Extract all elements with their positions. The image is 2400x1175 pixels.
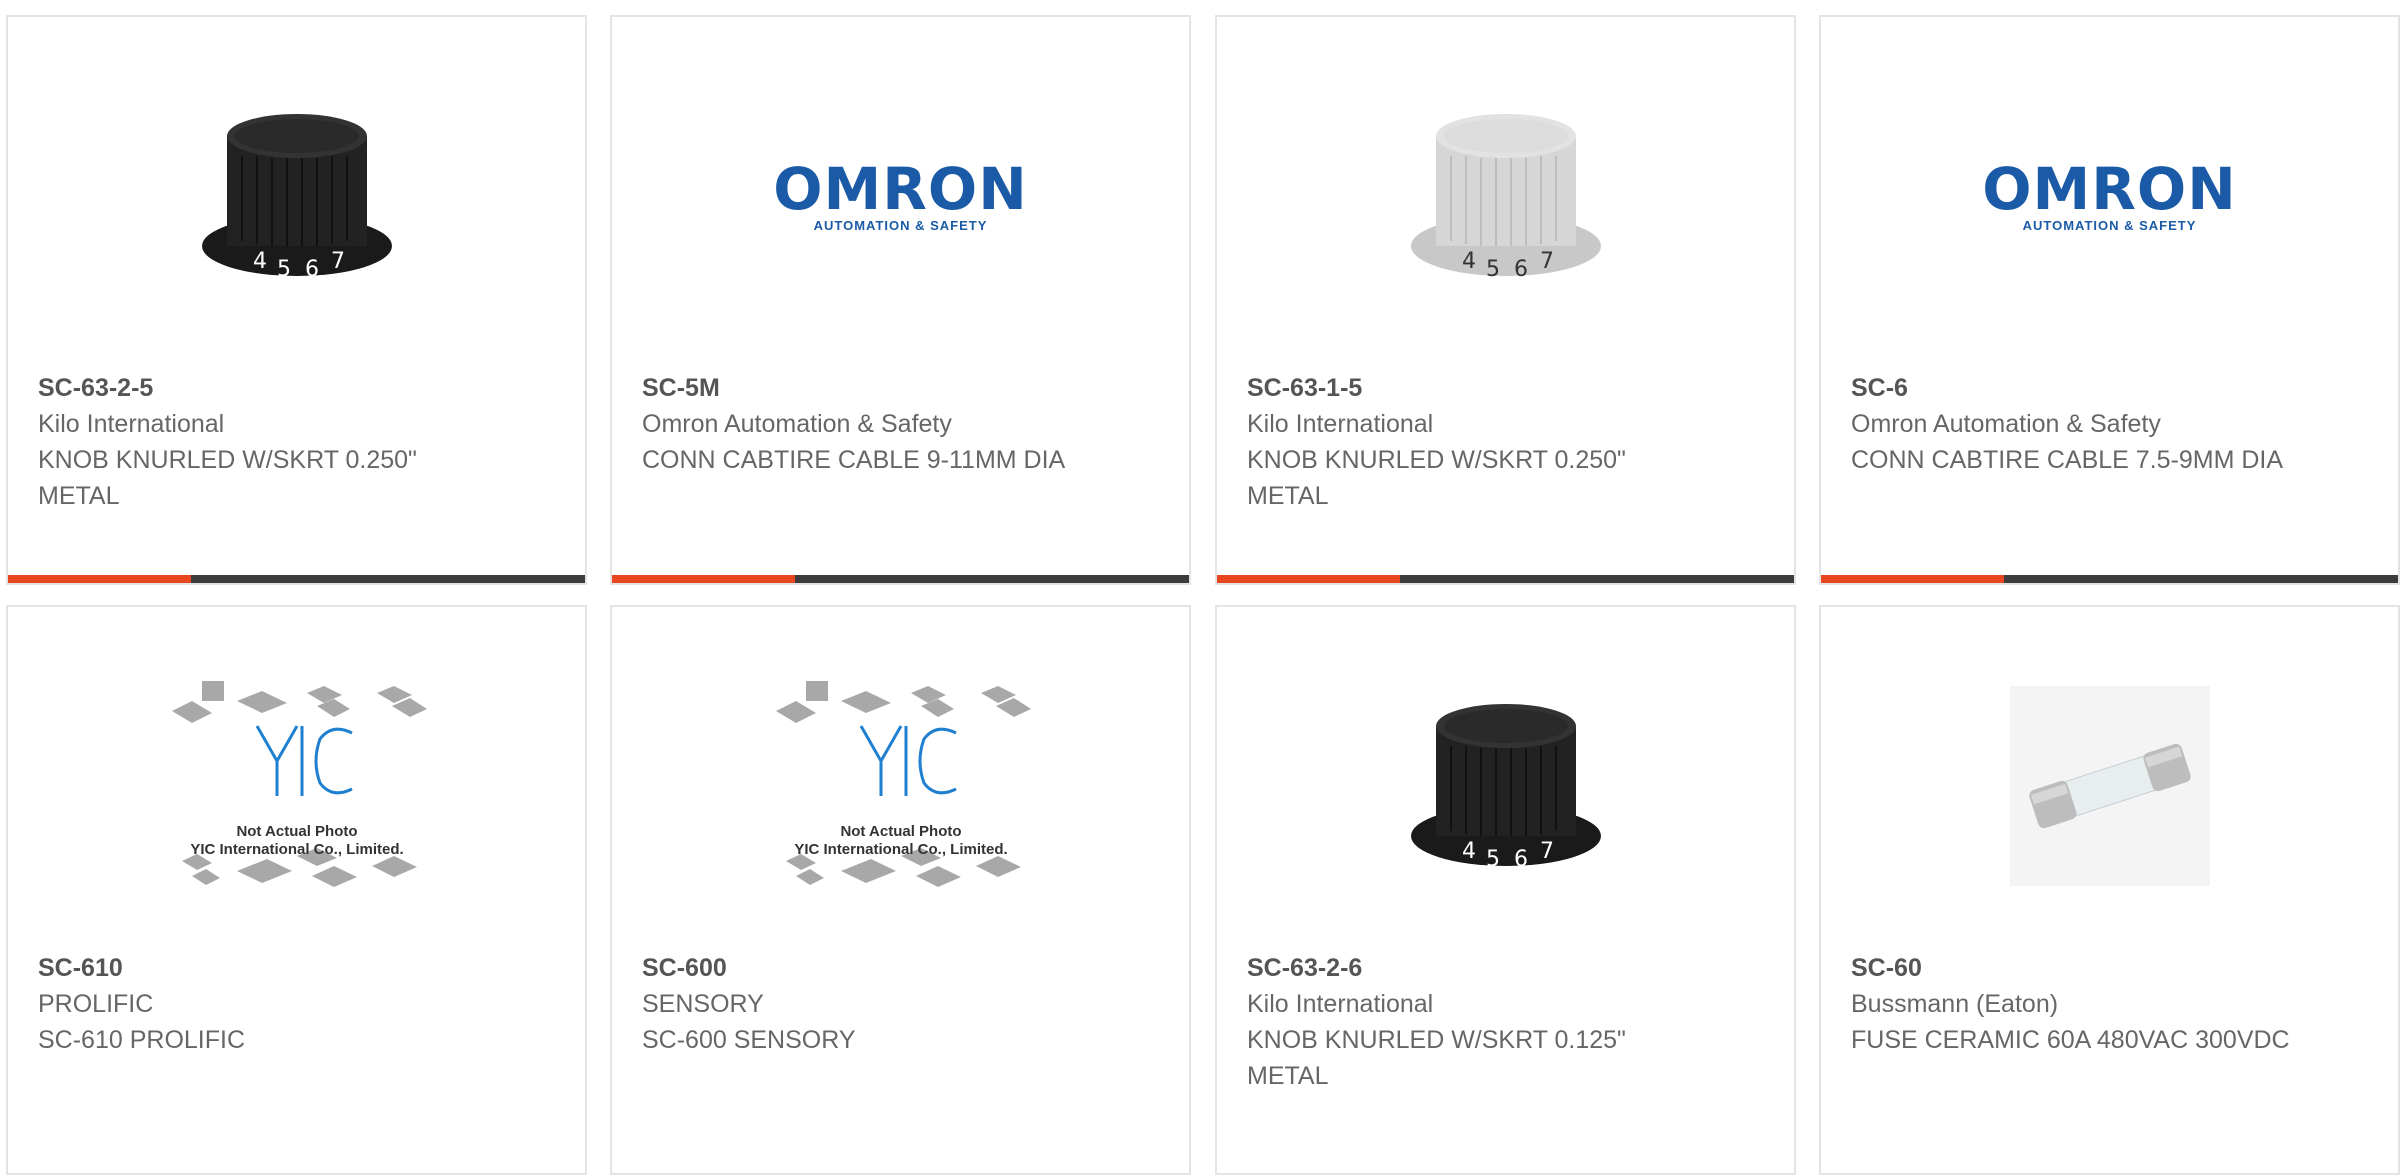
product-card[interactable]: Not Actual Photo YIC International Co., … xyxy=(610,605,1191,1175)
description: CONN CABTIRE CABLE 9-11MM DIA xyxy=(642,446,1066,474)
product-image[interactable]: OMRON AUTOMATION & SAFETY xyxy=(612,81,1189,311)
card-accent-bar xyxy=(612,575,1189,583)
part-number[interactable]: SC-63-2-6 xyxy=(1247,950,1774,986)
manufacturer: SENSORY xyxy=(642,990,764,1018)
description: CONN CABTIRE CABLE 7.5-9MM DIA xyxy=(1851,446,2284,474)
knob-digit: 6 xyxy=(1514,257,1528,282)
yic-caption-line1: Not Actual Photo xyxy=(840,823,961,840)
product-card[interactable]: 4 5 6 7 SC-63-1-5 Kilo International KNO… xyxy=(1215,15,1796,585)
part-number[interactable]: SC-610 xyxy=(38,950,565,986)
product-card[interactable]: Not Actual Photo YIC International Co., … xyxy=(6,605,587,1175)
manufacturer: Omron Automation & Safety xyxy=(1851,410,2161,438)
product-image[interactable]: Not Actual Photo YIC International Co., … xyxy=(612,671,1189,901)
part-number[interactable]: SC-63-2-5 xyxy=(38,370,565,406)
manufacturer: Kilo International xyxy=(38,410,225,438)
yic-caption-line1: Not Actual Photo xyxy=(236,823,357,840)
knob-digit: 6 xyxy=(305,257,319,282)
knob-digit: 5 xyxy=(277,257,291,282)
card-accent-bar xyxy=(1821,575,2398,583)
omron-logo: OMRON AUTOMATION & SAFETY xyxy=(773,154,1028,233)
description: KNOB KNURLED W/SKRT 0.250" METAL xyxy=(1247,446,1626,510)
description: KNOB KNURLED W/SKRT 0.250" METAL xyxy=(38,446,417,510)
part-number[interactable]: SC-600 xyxy=(642,950,1169,986)
yic-placeholder-image: Not Actual Photo YIC International Co., … xyxy=(775,681,1031,887)
manufacturer: Kilo International xyxy=(1247,990,1434,1018)
description: SC-610 PROLIFIC xyxy=(38,1026,246,1054)
description: KNOB KNURLED W/SKRT 0.125" METAL xyxy=(1247,1026,1626,1090)
product-image[interactable]: 4 5 6 7 xyxy=(8,81,585,311)
knob-digit: 4 xyxy=(1462,839,1476,864)
part-number[interactable]: SC-6 xyxy=(1851,370,2378,406)
manufacturer: Omron Automation & Safety xyxy=(642,410,952,438)
yic-caption-line2: YIC International Co., Limited. xyxy=(190,841,403,858)
product-card[interactable]: OMRON AUTOMATION & SAFETY SC-5M Omron Au… xyxy=(610,15,1191,585)
fuse-image xyxy=(2009,686,2210,886)
product-card[interactable]: OMRON AUTOMATION & SAFETY SC-6 Omron Aut… xyxy=(1819,15,2400,585)
card-accent-bar xyxy=(8,575,585,583)
silver-knob-image: 4 5 6 7 xyxy=(1410,114,1601,282)
product-image[interactable]: Not Actual Photo YIC International Co., … xyxy=(8,671,585,901)
knob-digit: 7 xyxy=(331,249,345,274)
knob-digit: 4 xyxy=(1462,249,1476,274)
product-card[interactable]: 4 5 6 7 SC-63-2-6 Kilo International KNO… xyxy=(1215,605,1796,1175)
knob-digit: 6 xyxy=(1514,847,1528,872)
knob-digit: 4 xyxy=(253,249,267,274)
part-number[interactable]: SC-63-1-5 xyxy=(1247,370,1774,406)
knob-digit: 5 xyxy=(1486,847,1500,872)
description: SC-600 SENSORY xyxy=(642,1026,856,1054)
part-number[interactable]: SC-60 xyxy=(1851,950,2378,986)
part-number[interactable]: SC-5M xyxy=(642,370,1169,406)
product-image[interactable]: 4 5 6 7 xyxy=(1217,81,1794,311)
omron-logo: OMRON AUTOMATION & SAFETY xyxy=(1982,154,2237,233)
description: FUSE CERAMIC 60A 480VAC 300VDC xyxy=(1851,1026,2290,1054)
knob-digit: 7 xyxy=(1540,839,1554,864)
product-card[interactable]: 4 5 6 7 SC-63-2-5 Kilo International KNO… xyxy=(6,15,587,585)
manufacturer: PROLIFIC xyxy=(38,990,154,1018)
manufacturer: Kilo International xyxy=(1247,410,1434,438)
product-card[interactable]: SC-60 Bussmann (Eaton) FUSE CERAMIC 60A … xyxy=(1819,605,2400,1175)
knob-digit: 7 xyxy=(1540,249,1554,274)
card-accent-bar xyxy=(1217,575,1794,583)
product-image[interactable] xyxy=(1821,671,2398,901)
black-knob-image: 4 5 6 7 xyxy=(1410,704,1601,872)
yic-caption-line2: YIC International Co., Limited. xyxy=(794,841,1007,858)
manufacturer: Bussmann (Eaton) xyxy=(1851,990,2059,1018)
black-knob-image: 4 5 6 7 xyxy=(201,114,392,282)
knob-digit: 5 xyxy=(1486,257,1500,282)
product-image[interactable]: OMRON AUTOMATION & SAFETY xyxy=(1821,81,2398,311)
yic-placeholder-image: Not Actual Photo YIC International Co., … xyxy=(171,681,427,887)
product-image[interactable]: 4 5 6 7 xyxy=(1217,671,1794,901)
product-grid: 4 5 6 7 SC-63-2-5 Kilo International KNO… xyxy=(0,0,2400,1175)
